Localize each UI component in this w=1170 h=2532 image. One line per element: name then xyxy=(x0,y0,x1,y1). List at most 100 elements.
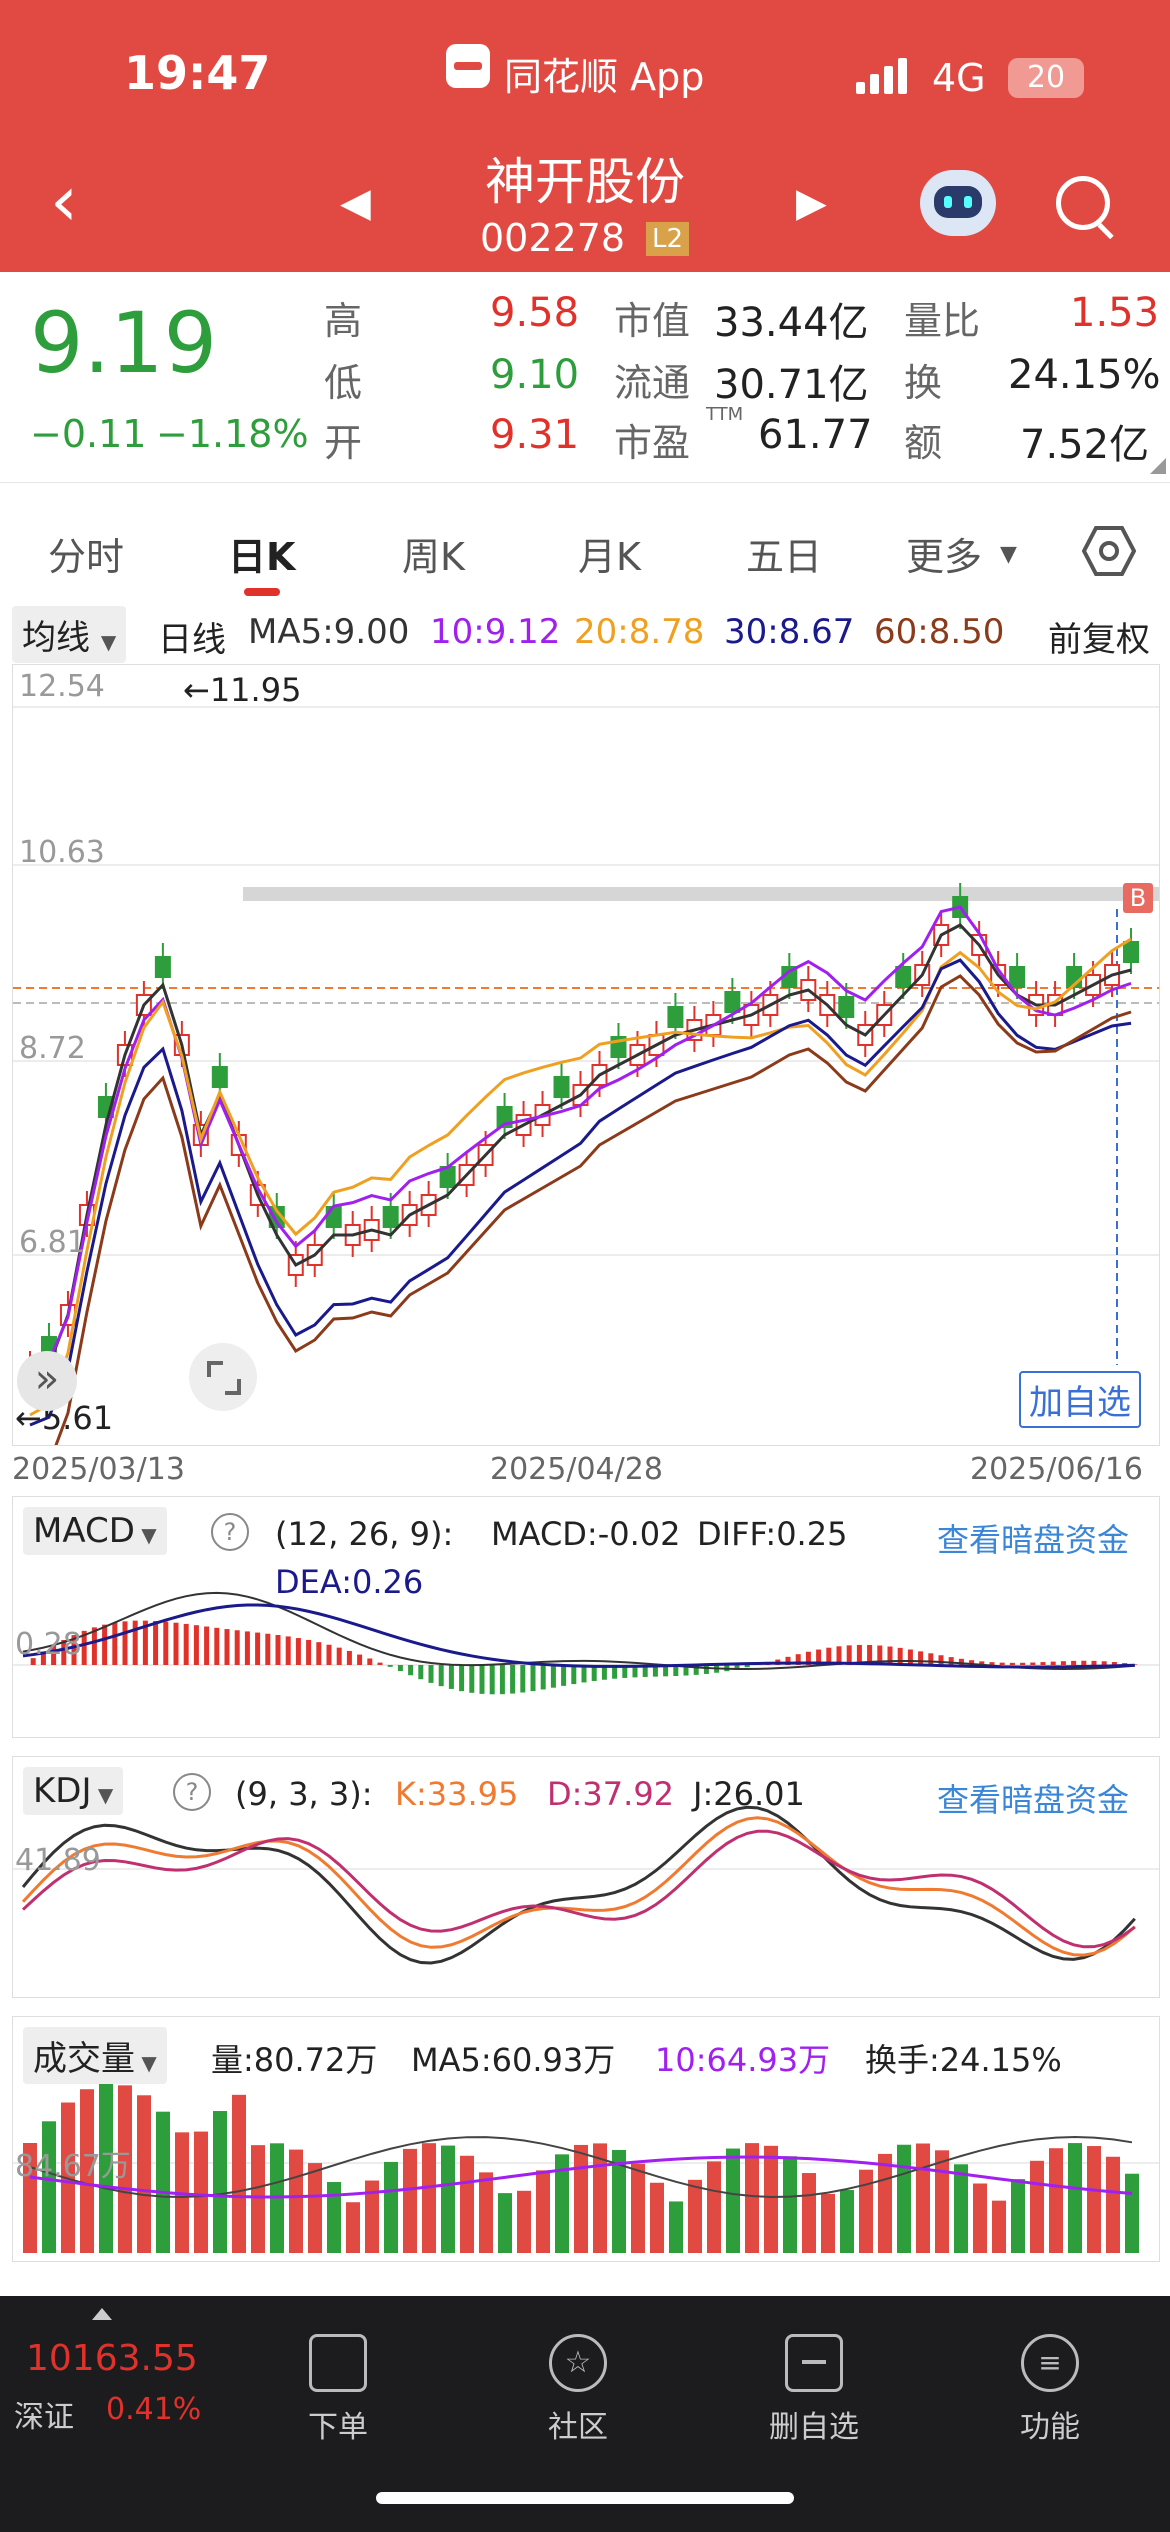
turnover-value: 24.15% xyxy=(1008,352,1161,398)
nav-functions-label: 功能 xyxy=(1020,2410,1080,2445)
tab-more[interactable]: 更多 xyxy=(906,526,982,581)
nav-order[interactable]: 下单 xyxy=(268,2296,408,2446)
candle-body xyxy=(154,956,171,978)
tab-intraday[interactable]: 分时 xyxy=(48,526,124,581)
volume-bar xyxy=(422,2143,436,2253)
battery-icon: 20 xyxy=(1008,58,1084,98)
volume-bar xyxy=(251,2145,265,2253)
volume-tick: 84.67万 xyxy=(15,2149,131,2184)
indicator-select-label: 均线 xyxy=(22,618,90,658)
add-watchlist-button[interactable]: 加自选 xyxy=(1019,1371,1141,1428)
volume-bar xyxy=(1068,2143,1082,2253)
ma10-value: 10:9.12 xyxy=(430,612,561,652)
signal-icon xyxy=(856,54,912,94)
vol-ratio-label: 量比 xyxy=(904,299,981,343)
kdj-params: (9, 3, 3): xyxy=(235,1775,373,1813)
vol-ratio-value: 1.53 xyxy=(1070,290,1160,336)
settings-hex-icon[interactable] xyxy=(1081,524,1137,578)
low-value: 9.10 xyxy=(490,352,580,398)
volume-bar xyxy=(479,2172,493,2253)
tab-monthly-k[interactable]: 月K xyxy=(578,526,641,581)
volume-turnover: 换手:24.15% xyxy=(865,2041,1062,2079)
candle-body xyxy=(667,1006,684,1028)
dea-value: DEA:0.26 xyxy=(275,1563,424,1601)
kdj-tick: 41.89 xyxy=(15,1843,101,1878)
kdj-panel[interactable]: KDJ ▼ ? (9, 3, 3): K:33.95 D:37.92 J:26.… xyxy=(12,1756,1160,1998)
kdj-select[interactable]: KDJ ▼ xyxy=(23,1767,124,1815)
volume-panel[interactable]: 成交量 ▼ 量:80.72万 MA5:60.93万 10:64.93万 换手:2… xyxy=(12,2016,1160,2262)
period-tabs: 分时 日K 周K 月K 五日 更多 ▼ xyxy=(0,496,1170,604)
price-change: −0.11 xyxy=(30,412,147,456)
dark-pool-link[interactable]: 查看暗盘资金 xyxy=(937,1515,1129,1561)
tab-daily-k[interactable]: 日K xyxy=(228,526,295,581)
mcap-value: 33.44亿 xyxy=(714,300,869,346)
community-star-icon: ☆ xyxy=(549,2334,607,2392)
volume-bar xyxy=(574,2144,588,2253)
tab-weekly-k[interactable]: 周K xyxy=(402,526,465,581)
adjust-mode[interactable]: 前复权 xyxy=(1048,612,1150,661)
volume-bar xyxy=(840,2190,854,2253)
chevron-down-icon: ▼ xyxy=(91,1783,114,1807)
nav-functions[interactable]: ≡ 功能 xyxy=(980,2296,1120,2446)
volume-bar xyxy=(308,2163,322,2253)
ma30-value: 30:8.67 xyxy=(724,612,855,652)
macd-select[interactable]: MACD ▼ xyxy=(23,1507,167,1555)
candle-body xyxy=(382,1206,399,1228)
turnover-label: 换 xyxy=(904,361,943,405)
help-icon[interactable]: ? xyxy=(211,1513,249,1551)
fullscreen-icon[interactable] xyxy=(189,1343,257,1411)
volume-bar xyxy=(631,2163,645,2253)
volume-bar xyxy=(441,2145,455,2253)
active-tab-indicator xyxy=(244,588,280,596)
nav-remove-watch[interactable]: 删自选 xyxy=(744,2296,884,2446)
buy-marker[interactable]: B xyxy=(1123,883,1153,913)
network-label: 4G xyxy=(932,56,986,100)
chevron-down-icon: ▼ xyxy=(135,2051,157,2075)
pe-label: 市盈 xyxy=(614,421,691,465)
macd-select-label: MACD xyxy=(33,1511,135,1551)
menu-list-icon: ≡ xyxy=(1021,2334,1079,2392)
search-icon[interactable] xyxy=(1056,176,1114,240)
volume-bar xyxy=(346,2202,360,2253)
index-value[interactable]: 10163.55 xyxy=(26,2338,198,2379)
pe-ttm-sup: TTM xyxy=(706,404,744,425)
volume-bar xyxy=(156,2111,170,2253)
kline-chart-panel[interactable]: 12.54 10.63 8.72 6.81 ←11.95 ←5.61 B 加自选… xyxy=(12,664,1160,1446)
x-date-label: 2025/04/28 xyxy=(490,1452,663,1487)
next-stock-icon[interactable]: ▶ xyxy=(796,180,827,226)
volume-bar xyxy=(460,2155,474,2253)
scroll-forward-icon[interactable]: » xyxy=(17,1351,77,1411)
volume-bar xyxy=(745,2143,759,2253)
volume-select[interactable]: 成交量 ▼ xyxy=(23,2027,167,2084)
nav-community[interactable]: ☆ 社区 xyxy=(508,2296,648,2446)
indicator-select[interactable]: 均线 ▼ xyxy=(12,606,127,663)
macd-tick: 0.28 xyxy=(15,1627,82,1662)
index-up-icon xyxy=(92,2308,112,2320)
open-label: 开 xyxy=(324,421,363,465)
volume-bar xyxy=(327,2182,341,2253)
price-change-pct: −1.18% xyxy=(156,412,309,456)
j-value: J:26.01 xyxy=(693,1775,805,1813)
help-icon[interactable]: ? xyxy=(173,1773,211,1811)
y-tick-label: 10.63 xyxy=(19,835,105,870)
remove-watch-icon xyxy=(785,2334,843,2392)
volume-bar xyxy=(935,2150,949,2253)
float-value: 30.71亿 xyxy=(714,362,869,408)
volume-bar xyxy=(821,2193,835,2253)
low-label: 低 xyxy=(324,361,363,405)
tab-five-day[interactable]: 五日 xyxy=(746,526,822,581)
high-value: 9.58 xyxy=(490,290,580,336)
chevron-down-icon: ▼ xyxy=(100,630,117,654)
j-line xyxy=(21,1805,1136,1965)
open-value: 9.31 xyxy=(490,412,580,458)
macd-panel[interactable]: MACD ▼ ? (12, 26, 9): MACD:-0.02 DIFF:0.… xyxy=(12,1496,1160,1738)
volume-bar xyxy=(688,2179,702,2253)
volume-bar xyxy=(1011,2179,1025,2253)
dark-pool-link[interactable]: 查看暗盘资金 xyxy=(937,1775,1129,1821)
high-label: 高 xyxy=(324,299,363,343)
diff-line xyxy=(22,1591,1135,1670)
index-pct: 0.41% xyxy=(106,2392,202,2427)
expand-corner-icon[interactable] xyxy=(1150,458,1166,474)
robot-assistant-icon[interactable] xyxy=(920,170,996,236)
kline-chart[interactable] xyxy=(13,665,1159,1445)
